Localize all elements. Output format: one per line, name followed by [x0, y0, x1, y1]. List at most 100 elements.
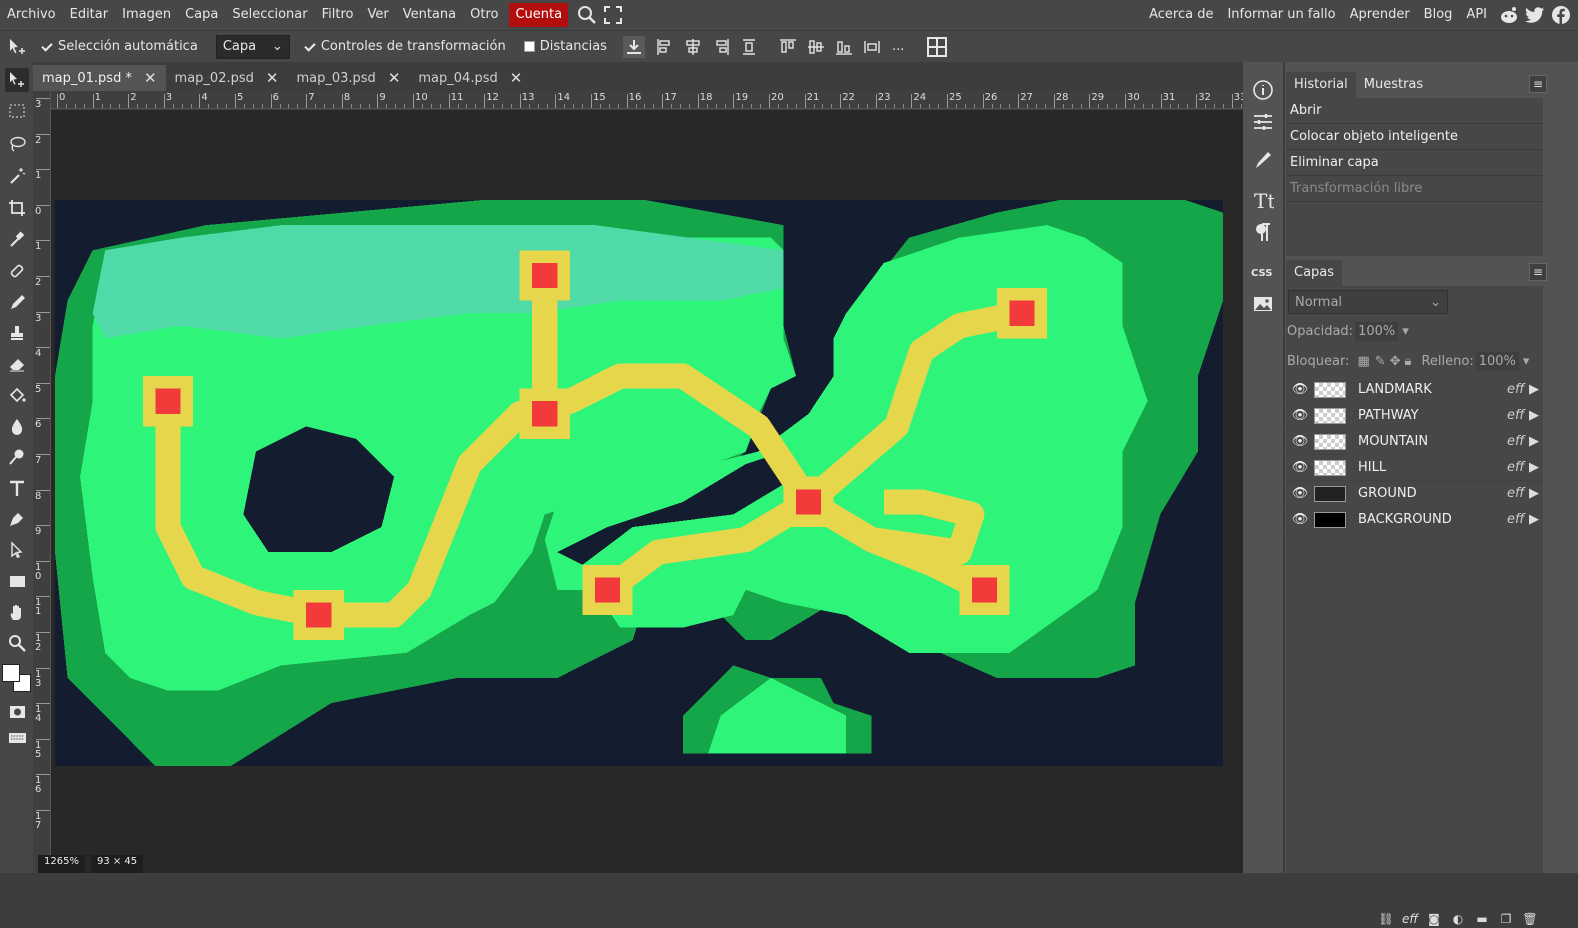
- character-icon[interactable]: Tt: [1251, 188, 1275, 212]
- transform-controls-checkbox[interactable]: Controles de transformación: [304, 39, 506, 54]
- download-icon[interactable]: [622, 35, 645, 58]
- zoom-tool-icon[interactable]: [5, 631, 29, 655]
- eye-icon[interactable]: 👁︎: [1286, 460, 1314, 475]
- eye-icon[interactable]: 👁︎: [1286, 434, 1314, 449]
- brush-settings-icon[interactable]: [1251, 148, 1275, 172]
- layer-row[interactable]: 👁︎ MOUNTAIN eff ▶: [1286, 429, 1543, 455]
- twitter-icon[interactable]: [1524, 4, 1546, 26]
- layer-effects-icon[interactable]: eff: [1507, 512, 1529, 527]
- map-canvas[interactable]: [55, 200, 1223, 766]
- blend-mode-select[interactable]: Normal ⌄: [1288, 290, 1448, 314]
- expand-arrow-icon[interactable]: ▶: [1529, 512, 1543, 527]
- tab-map-02[interactable]: map_02.psd ✕: [166, 65, 288, 91]
- layer-row[interactable]: 👁︎ LANDMARK eff ▶: [1286, 377, 1543, 403]
- type-tool-icon[interactable]: [5, 476, 29, 500]
- reddit-icon[interactable]: [1498, 4, 1520, 26]
- pen-tool-icon[interactable]: [5, 507, 29, 531]
- hand-tool-icon[interactable]: [5, 600, 29, 624]
- marquee-tool-icon[interactable]: [5, 99, 29, 123]
- quick-mask-icon[interactable]: [5, 700, 29, 724]
- lasso-tool-icon[interactable]: [5, 132, 29, 156]
- history-item[interactable]: Transformación libre: [1286, 176, 1543, 202]
- link-layers-icon[interactable]: ⛓︎: [1377, 910, 1395, 928]
- align-middle-icon[interactable]: [805, 36, 827, 58]
- layer-effects-icon[interactable]: eff: [1507, 434, 1529, 449]
- close-icon[interactable]: ✕: [388, 69, 401, 87]
- caret-down-icon[interactable]: ▾: [1402, 324, 1409, 339]
- move-tool-icon[interactable]: [5, 68, 29, 92]
- color-swatches[interactable]: [0, 662, 33, 698]
- menu-editar[interactable]: Editar: [63, 0, 116, 30]
- search-icon[interactable]: [576, 4, 598, 26]
- distances-checkbox[interactable]: Distancias: [523, 39, 607, 54]
- auto-select-target-select[interactable]: Capa ⌄: [215, 34, 290, 59]
- menu-capa[interactable]: Capa: [178, 0, 225, 30]
- crop-tool-icon[interactable]: [5, 196, 29, 220]
- eye-icon[interactable]: 👁︎: [1286, 382, 1314, 397]
- opacity-field[interactable]: 100%: [1355, 322, 1399, 341]
- eye-icon[interactable]: 👁︎: [1286, 408, 1314, 423]
- menu-aprender[interactable]: Aprender: [1343, 0, 1417, 30]
- caret-down-icon[interactable]: ▾: [1523, 354, 1530, 369]
- tab-muestras[interactable]: Muestras: [1356, 72, 1431, 98]
- expand-arrow-icon[interactable]: ▶: [1529, 382, 1543, 397]
- tab-capas[interactable]: Capas: [1286, 260, 1343, 286]
- tab-historial[interactable]: Historial: [1286, 72, 1356, 98]
- magic-wand-tool-icon[interactable]: [5, 164, 29, 188]
- path-selection-tool-icon[interactable]: [5, 538, 29, 562]
- layer-row[interactable]: 👁︎ PATHWAY eff ▶: [1286, 403, 1543, 429]
- close-icon[interactable]: ✕: [144, 69, 157, 87]
- layer-style-icon[interactable]: eff: [1401, 910, 1419, 928]
- keyboard-icon[interactable]: [5, 726, 29, 750]
- menu-archivo[interactable]: Archivo: [0, 0, 63, 30]
- history-item[interactable]: Colocar objeto inteligente: [1286, 124, 1543, 150]
- menu-acerca[interactable]: Acerca de: [1142, 0, 1220, 30]
- menu-blog[interactable]: Blog: [1417, 0, 1460, 30]
- menu-filtro[interactable]: Filtro: [315, 0, 361, 30]
- align-left-icon[interactable]: [654, 36, 676, 58]
- menu-api[interactable]: API: [1459, 0, 1494, 30]
- layer-row[interactable]: 👁︎ HILL eff ▶: [1286, 455, 1543, 481]
- eye-icon[interactable]: 👁︎: [1286, 512, 1314, 527]
- lock-transparency-icon[interactable]: ▦: [1357, 354, 1369, 369]
- eraser-tool-icon[interactable]: [5, 352, 29, 376]
- new-group-icon[interactable]: ▬: [1473, 910, 1491, 928]
- new-layer-icon[interactable]: ❐: [1497, 910, 1515, 928]
- adjustment-layer-icon[interactable]: ◐: [1449, 910, 1467, 928]
- history-item[interactable]: Eliminar capa: [1286, 150, 1543, 176]
- eyedropper-tool-icon[interactable]: [5, 227, 29, 251]
- add-mask-icon[interactable]: ◙: [1425, 910, 1443, 928]
- lock-brush-icon[interactable]: ✎: [1375, 354, 1386, 369]
- align-center-h-icon[interactable]: [682, 36, 704, 58]
- layer-row[interactable]: 👁︎ BACKGROUND eff ▶: [1286, 507, 1543, 533]
- css-icon[interactable]: CSS: [1251, 260, 1275, 284]
- distribute-v-icon[interactable]: [861, 36, 883, 58]
- account-button[interactable]: Cuenta: [509, 3, 569, 27]
- fullscreen-icon[interactable]: [602, 4, 624, 26]
- menu-ventana[interactable]: Ventana: [396, 0, 463, 30]
- rectangle-tool-icon[interactable]: [5, 569, 29, 593]
- history-menu-icon[interactable]: ≡: [1529, 75, 1547, 93]
- layer-effects-icon[interactable]: eff: [1507, 486, 1529, 501]
- eye-icon[interactable]: 👁︎: [1286, 486, 1314, 501]
- history-item[interactable]: Abrir: [1286, 98, 1543, 124]
- menu-imagen[interactable]: Imagen: [115, 0, 178, 30]
- more-options-button[interactable]: ...: [892, 39, 904, 54]
- paint-bucket-tool-icon[interactable]: [5, 383, 29, 407]
- tab-map-01[interactable]: map_01.psd * ✕: [33, 65, 166, 91]
- dodge-tool-icon[interactable]: [5, 445, 29, 469]
- delete-layer-icon[interactable]: 🗑︎: [1521, 910, 1539, 928]
- distribute-h-icon[interactable]: [738, 36, 760, 58]
- grid-icon[interactable]: [926, 36, 948, 58]
- tab-map-03[interactable]: map_03.psd ✕: [287, 65, 409, 91]
- adjustments-icon[interactable]: [1251, 110, 1275, 134]
- info-icon[interactable]: [1251, 78, 1275, 102]
- align-bottom-icon[interactable]: [833, 36, 855, 58]
- expand-arrow-icon[interactable]: ▶: [1529, 460, 1543, 475]
- healing-brush-tool-icon[interactable]: [5, 259, 29, 283]
- vertical-ruler[interactable]: 3 2 1 0 1 2 3 4 5 6 7 8 9 10 11 12 13 14 15 16 17: [33, 91, 51, 873]
- brush-tool-icon[interactable]: [5, 290, 29, 314]
- tab-map-04[interactable]: map_04.psd ✕: [409, 65, 531, 91]
- lock-move-icon[interactable]: ✥: [1390, 354, 1401, 369]
- expand-arrow-icon[interactable]: ▶: [1529, 434, 1543, 449]
